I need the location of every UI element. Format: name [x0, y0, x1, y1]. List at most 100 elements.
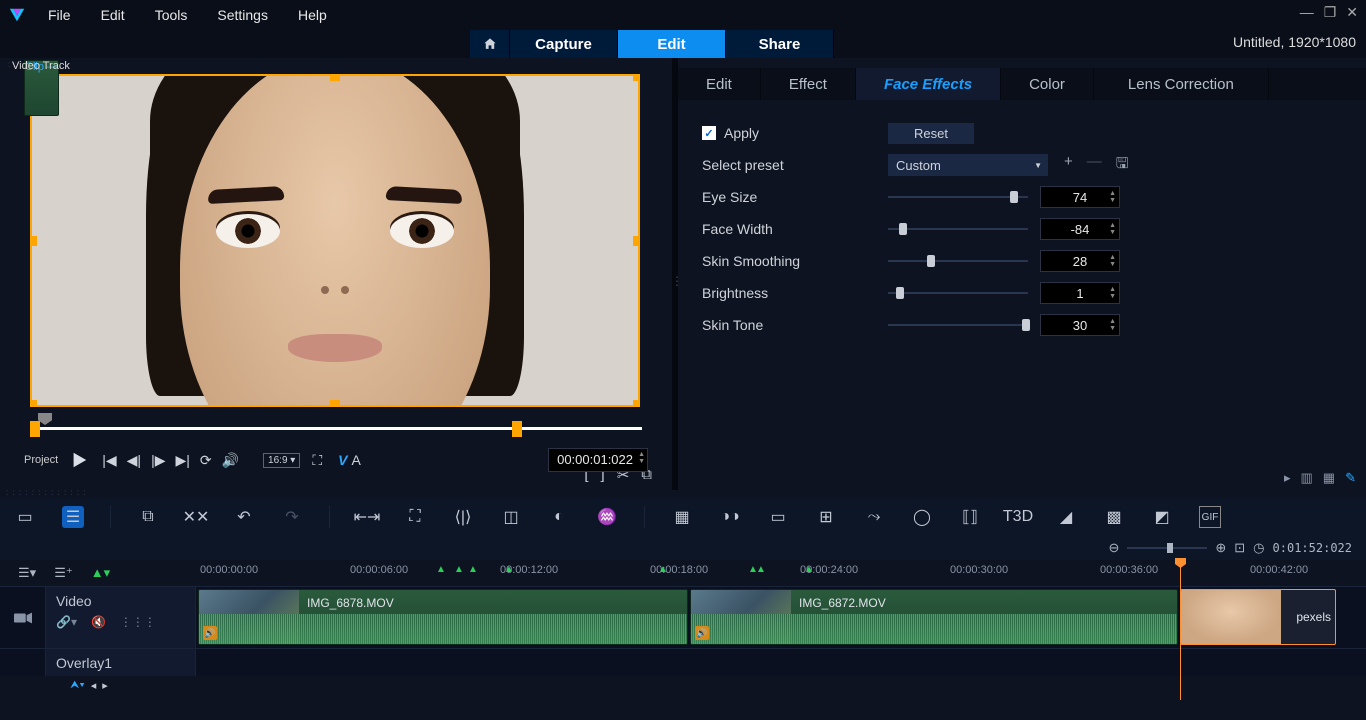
eye-size-input[interactable]: 74▲▼: [1040, 186, 1120, 208]
menu-file[interactable]: File: [48, 7, 71, 23]
overlay-track-header[interactable]: Overlay1: [46, 649, 196, 676]
pan-zoom-icon[interactable]: ⛶: [404, 506, 426, 528]
redo-icon[interactable]: ↷: [281, 506, 303, 528]
fit-icon[interactable]: ⊡: [1234, 540, 1245, 556]
color-wheel-icon[interactable]: ◐: [548, 506, 570, 528]
3d-title-icon[interactable]: T3D: [1007, 506, 1029, 528]
timecode-display[interactable]: 00:00:01:022 ▲▼: [548, 448, 648, 472]
scrub-out-handle[interactable]: [512, 421, 522, 437]
resize-handle[interactable]: [633, 74, 640, 81]
zoom-out-icon[interactable]: ⊖: [1108, 540, 1119, 556]
title-icon[interactable]: ▭: [767, 506, 789, 528]
crop-icon[interactable]: ⛶: [312, 452, 322, 469]
motion-icon[interactable]: ⤳: [863, 506, 885, 528]
storyboard-view-icon[interactable]: ▭: [14, 506, 36, 528]
play-button[interactable]: [66, 447, 92, 473]
tab-lens-correction[interactable]: Lens Correction: [1094, 68, 1269, 100]
link-icon[interactable]: 🔗▾: [56, 615, 77, 629]
scroll-right-icon[interactable]: ▸: [1284, 470, 1291, 486]
undo-icon[interactable]: ↶: [233, 506, 255, 528]
clip-2[interactable]: IMG_6872.MOV 🔊: [690, 589, 1178, 645]
project-clip-toggle[interactable]: Project Clip —: [24, 454, 58, 467]
resize-handle[interactable]: [633, 400, 640, 407]
layout-2-icon[interactable]: ▦: [1323, 470, 1335, 486]
resize-handle[interactable]: [633, 236, 640, 246]
scroll-left-icon[interactable]: ◂: [91, 679, 97, 692]
skin-tone-input[interactable]: 30▲▼: [1040, 314, 1120, 336]
step-fwd-icon[interactable]: |▶: [151, 452, 165, 469]
clock-icon[interactable]: ◷: [1253, 540, 1264, 556]
menu-tools[interactable]: Tools: [155, 7, 188, 23]
exposure-icon[interactable]: ◩: [1151, 506, 1173, 528]
reset-button[interactable]: Reset: [888, 123, 974, 144]
zoom-slider[interactable]: [1127, 547, 1207, 549]
go-end-icon[interactable]: ▶|: [175, 452, 189, 469]
maximize-icon[interactable]: ❐: [1324, 4, 1337, 21]
paint-icon[interactable]: ◢: [1055, 506, 1077, 528]
preset-select[interactable]: Custom: [888, 154, 1048, 176]
brightness-slider[interactable]: [888, 284, 1028, 302]
timeline-view-icon[interactable]: ☰: [62, 506, 84, 528]
resize-handle[interactable]: [330, 400, 340, 407]
grid-icon[interactable]: ⊞: [815, 506, 837, 528]
preset-remove-icon[interactable]: —: [1087, 153, 1102, 178]
tracking-icon[interactable]: ◯: [911, 506, 933, 528]
preset-add-icon[interactable]: +: [1064, 153, 1073, 178]
brightness-input[interactable]: 1▲▼: [1040, 282, 1120, 304]
zoom-in-icon[interactable]: ⊕: [1215, 540, 1226, 556]
preview-scrubber[interactable]: [30, 417, 642, 439]
copy-icon[interactable]: ⧉: [137, 506, 159, 528]
eye-size-slider[interactable]: [888, 188, 1028, 206]
layout-1-icon[interactable]: ▥: [1301, 470, 1313, 486]
video-track-icon[interactable]: [0, 587, 46, 648]
add-track-icon[interactable]: ⮝▾: [70, 679, 85, 692]
minimize-icon[interactable]: —: [1300, 4, 1314, 21]
share-tab[interactable]: Share: [726, 30, 834, 58]
audio-wave-icon[interactable]: ♒: [596, 506, 618, 528]
crop-tool-icon[interactable]: ◫: [500, 506, 522, 528]
face-width-slider[interactable]: [888, 220, 1028, 238]
skin-smoothing-slider[interactable]: [888, 252, 1028, 270]
tab-effect[interactable]: Effect: [761, 68, 856, 100]
split-h-icon[interactable]: ⟨|⟩: [452, 506, 474, 528]
home-tab[interactable]: [470, 30, 510, 58]
aspect-ratio[interactable]: 16:9 ▾: [263, 453, 300, 468]
tab-color[interactable]: Color: [1001, 68, 1094, 100]
go-start-icon[interactable]: |◀: [102, 452, 116, 469]
menu-help[interactable]: Help: [298, 7, 327, 23]
tools-icon[interactable]: ✕✕: [185, 506, 207, 528]
track-opts-2-icon[interactable]: ☰⁺: [54, 565, 73, 581]
fit-width-icon[interactable]: ⇤⇥: [356, 506, 378, 528]
timeline-playhead[interactable]: [1180, 560, 1181, 700]
apply-checkbox[interactable]: ✓: [702, 126, 716, 140]
video-track-header[interactable]: Video 🔗▾ 🔇 ⋮⋮⋮: [46, 587, 196, 648]
overlay-track-icon[interactable]: [0, 649, 46, 676]
track-opts-1-icon[interactable]: ☰▾: [18, 565, 36, 581]
skin-tone-slider[interactable]: [888, 316, 1028, 334]
gif-icon[interactable]: GIF: [1199, 506, 1221, 528]
loop-icon[interactable]: ⟳: [200, 452, 212, 469]
resize-handle[interactable]: [30, 400, 37, 407]
marker-menu-icon[interactable]: ▲▾: [91, 565, 110, 581]
step-back-icon[interactable]: ◀|: [127, 452, 141, 469]
scrub-playhead[interactable]: [38, 413, 52, 425]
media-icon[interactable]: ▦: [671, 506, 693, 528]
menu-settings[interactable]: Settings: [217, 7, 268, 23]
edit-layout-icon[interactable]: ✎: [1345, 470, 1356, 486]
capture-tab[interactable]: Capture: [510, 30, 618, 58]
lock-icon[interactable]: ⋮⋮⋮: [120, 615, 156, 629]
tab-edit[interactable]: Edit: [678, 68, 761, 100]
face-width-input[interactable]: -84▲▼: [1040, 218, 1120, 240]
menu-edit[interactable]: Edit: [101, 7, 125, 23]
transition-icon[interactable]: ◑◑: [719, 506, 741, 528]
pane-divider[interactable]: [672, 58, 678, 490]
clip-3[interactable]: FX ★ pexels: [1180, 589, 1336, 645]
scroll-right-icon[interactable]: ▸: [102, 679, 108, 692]
resize-handle[interactable]: [330, 74, 340, 81]
mute-icon[interactable]: 🔇: [91, 615, 106, 629]
resize-handle[interactable]: [30, 236, 37, 246]
va-toggle[interactable]: VA: [338, 452, 361, 468]
mask-icon[interactable]: ⟦⟧: [959, 506, 981, 528]
time-ruler[interactable]: 00:00:00:00 00:00:06:00 00:00:12:00 00:0…: [196, 560, 1366, 586]
scrub-in-handle[interactable]: [30, 421, 40, 437]
